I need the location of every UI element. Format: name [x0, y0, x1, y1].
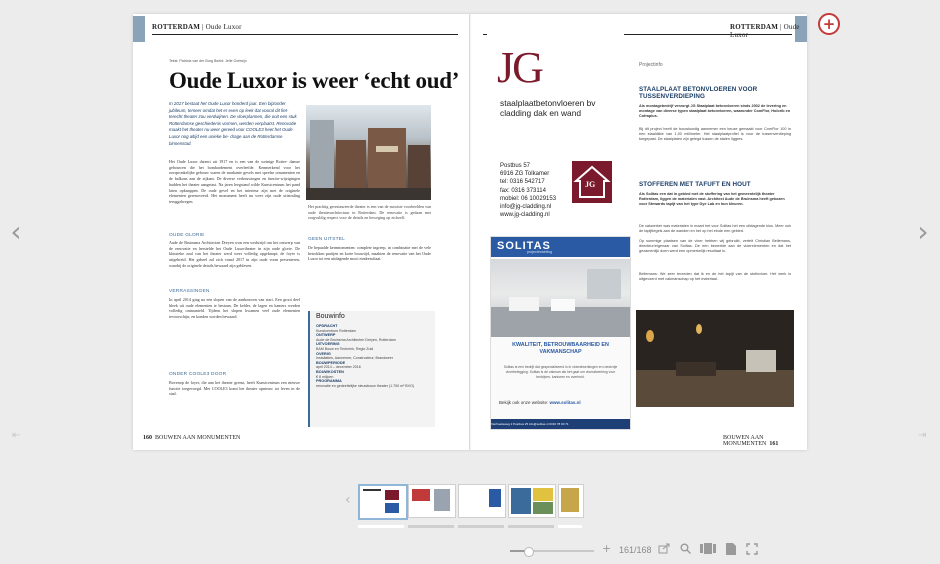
jg-tagline: staalplaatbetonvloeren bv cladding dak e…: [500, 98, 596, 118]
thumbnail-progress-segment: [358, 525, 404, 528]
section-1-title: STAALPLAAT BETONVLOEREN VOOR TUSSENVERDI…: [639, 86, 758, 100]
right-page-footer: BOUWEN AAN MONUMENTEN 161: [723, 435, 807, 447]
bouwinfo-box: Bouwinfo OPDRACHT Kunstcentrum Rotterdam …: [308, 311, 435, 427]
page-view-icon[interactable]: [726, 543, 736, 558]
thumbnails-view-icon[interactable]: [700, 543, 716, 557]
thumbnail-item[interactable]: [458, 484, 506, 518]
solitas-office-photo: [491, 259, 630, 337]
zoom-in-button[interactable]: +: [602, 542, 611, 555]
jg-cladding-ad: JG staalplaatbetonvloeren bv cladding da…: [487, 34, 624, 218]
right-footer-label: BOUWEN AAN MONUMENTEN: [723, 435, 767, 447]
page-counter: 161/168: [619, 545, 652, 555]
thumbnail-item[interactable]: [358, 484, 408, 520]
section-1-body: Bij dit project heeft de bouwkundig aann…: [639, 127, 791, 141]
page-gutter: [469, 14, 471, 450]
solitas-url: Bekijk ook onze website: www.solitas.nl: [499, 400, 581, 405]
share-icon[interactable]: [658, 543, 670, 557]
section-2-lead: Als Solitas een dat in gebied met de sto…: [639, 192, 785, 206]
thumbnail-progress-segment: [558, 525, 582, 528]
last-page-icon[interactable]: ⇥: [918, 430, 926, 441]
bouwinfo-title: Bouwinfo: [316, 313, 345, 320]
right-page-header: ROTTERDAM | Oude Luxor: [730, 23, 800, 39]
subhead-verrassingen: VERRASSINGEN: [169, 289, 210, 294]
thumbnail-item[interactable]: [558, 484, 584, 518]
solitas-ad: SOLITAS projectinrichting KWALITEIT, BET…: [490, 236, 631, 430]
previous-page-arrow[interactable]: ‹: [6, 218, 26, 248]
right-page-number: 161: [769, 441, 779, 447]
next-page-arrow[interactable]: ›: [913, 218, 933, 248]
photo-credit: Tekst: Patricia van der Burg Beeld: Jell…: [169, 59, 247, 63]
subhead-oude-glorie: OUDE GLORIE: [169, 233, 205, 238]
section-2-body-2: Op sommige plaatsen van de vloer hebben …: [639, 239, 791, 253]
jg-logo: JG: [497, 43, 544, 92]
zoom-slider[interactable]: [510, 547, 594, 557]
theater-interior-photo: [636, 310, 794, 407]
section-2-title: STOFFEREN MET TAFUFT EN HOUT: [639, 181, 751, 188]
bouwinfo-list: OPDRACHT Kunstcentrum Rotterdam ONTWERP Au…: [316, 324, 431, 388]
thumbnail-prev-arrow[interactable]: ‹: [345, 492, 351, 508]
solitas-tagline: KWALITEIT, BETROUWBAARHEID EN VAKMANSCHA…: [512, 342, 609, 355]
left-header-rule: [152, 34, 458, 35]
article-body-3: In april 2014 ging na een slopen van de …: [169, 297, 300, 320]
left-page-tab: [133, 16, 145, 42]
subhead-geen-uitstel: GEEN UITSTEL: [308, 237, 346, 242]
left-page-header: ROTTERDAM | Oude Luxor: [152, 23, 242, 31]
bouwinfo-item: OVERIG Installaties, Aannemer, Constructe…: [316, 351, 393, 361]
bouwinfo-item: PROGRAMMA renovatie en gedeeltelijke nieu…: [316, 379, 415, 388]
thumbnail-item[interactable]: [408, 484, 456, 518]
jg-house-badge: JG: [572, 161, 612, 203]
solitas-footer: Vierhoeksweg 2 Postbus 25 info@solitas.n…: [491, 419, 630, 429]
solitas-header-bar: SOLITAS projectinrichting: [491, 237, 630, 257]
bouwinfo-item: ONTWERP Aude de Bruinsma Architecten Drey…: [316, 333, 396, 342]
bouwinfo-item: BOUWPERIODE april 2014 – december 2016: [316, 360, 361, 370]
thumbnail-strip: [355, 484, 605, 528]
thumbnail-progress-segment: [408, 525, 454, 528]
left-header-city: ROTTERDAM: [152, 23, 201, 31]
solitas-description: Solitas is een bedrijf dat gespecialisee…: [503, 365, 618, 379]
oude-luxor-photo: [306, 105, 431, 200]
article-body-1: Het Oude Luxor dateert uit 1917 en is ee…: [169, 159, 300, 204]
bouwinfo-item: UITVOERING BAM Bouw en Techniek, Regio Zu…: [316, 342, 374, 351]
projectinfo-label: Projectinfo: [639, 62, 663, 68]
jg-contact: Postbus 57 6916 ZG Tolkamer tel: 0316 54…: [500, 163, 557, 219]
bouwinfo-item: BOUWKOSTEN € 8 miljoen: [316, 369, 344, 379]
article-body-5: De bepaalde kernmomenten: complete ingre…: [308, 245, 431, 262]
add-icon[interactable]: +: [818, 13, 840, 35]
article-body-4: Bovenop de foyer, die aan het theater gr…: [169, 380, 300, 397]
thumbnail-item[interactable]: [508, 484, 556, 518]
photo-caption: Het prachtig gerestaureerde theater is e…: [308, 204, 431, 221]
article-body-2: Aude de Bruinsma Architecten Dreyen won …: [169, 240, 300, 268]
section-2-body-3: Bellemans: We zeer tevreden dat ik en de…: [639, 272, 791, 281]
right-header-city: ROTTERDAM: [730, 23, 779, 31]
thumbnail-progress-segment: [508, 525, 554, 528]
left-header-title: Oude Luxor: [205, 23, 242, 31]
section-2-body: De vakwerker was materialen in maart het…: [639, 224, 791, 233]
left-footer-label: BOUWEN AAN MONUMENTEN: [155, 435, 241, 441]
left-page-number: 160: [143, 435, 152, 441]
magazine-spread: ROTTERDAM | Oude Luxor Tekst: Patricia v…: [133, 14, 807, 450]
thumbnail-progress-segment: [458, 525, 504, 528]
section-1-lead: Als montagebedrijf verzorgt JG Staalplaa…: [639, 104, 791, 118]
article-lead: In 2017 bestaat het Oude Luxor honderd j…: [169, 101, 297, 146]
bouwinfo-item: OPDRACHT Kunstcentrum Rotterdam: [316, 324, 356, 333]
zoom-slider-knob[interactable]: [524, 547, 535, 557]
first-page-icon[interactable]: ⇤: [12, 430, 20, 441]
left-page-footer: 160 BOUWEN AAN MONUMENTEN: [143, 435, 240, 441]
subhead-onder-coole3: ONDER COOLE3 DOOR: [169, 372, 227, 377]
search-icon[interactable]: [680, 543, 691, 557]
fullscreen-icon[interactable]: [746, 543, 758, 558]
article-headline: Oude Luxor is weer ‘echt oud’: [169, 68, 460, 93]
